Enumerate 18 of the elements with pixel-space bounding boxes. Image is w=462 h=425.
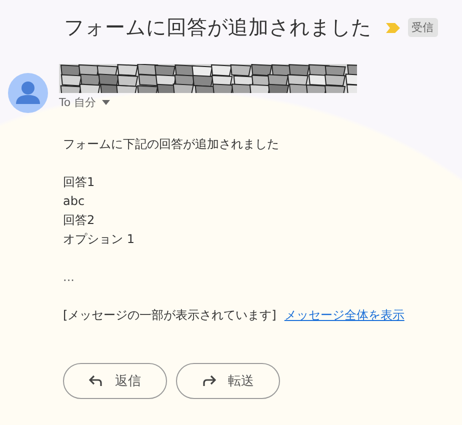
reply-button[interactable]: 返信 — [63, 363, 167, 399]
forward-button[interactable]: 転送 — [176, 363, 280, 399]
label-chip[interactable]: 受信 — [408, 18, 438, 37]
view-full-message-link[interactable]: メッセージ全体を表示 — [284, 308, 404, 322]
forward-icon — [202, 375, 216, 387]
body-text: フォームに下記の回答が追加されました — [63, 136, 280, 153]
importance-marker-icon[interactable] — [386, 22, 400, 32]
body-text: 回答1 — [63, 174, 96, 191]
email-subject: フォームに回答が追加されました — [64, 14, 372, 41]
trimmed-content-ellipsis: ... — [63, 269, 76, 286]
caret-icon — [102, 100, 110, 105]
recipient-dropdown[interactable]: To 自分 — [59, 95, 110, 110]
avatar-icon — [8, 73, 48, 113]
body-text: abc — [63, 193, 86, 210]
reply-icon — [89, 375, 103, 387]
body-text: オプション 1 — [63, 231, 136, 248]
body-text: 回答2 — [63, 212, 96, 229]
clipped-message-notice: [メッセージの一部が表示されています] — [63, 308, 276, 322]
